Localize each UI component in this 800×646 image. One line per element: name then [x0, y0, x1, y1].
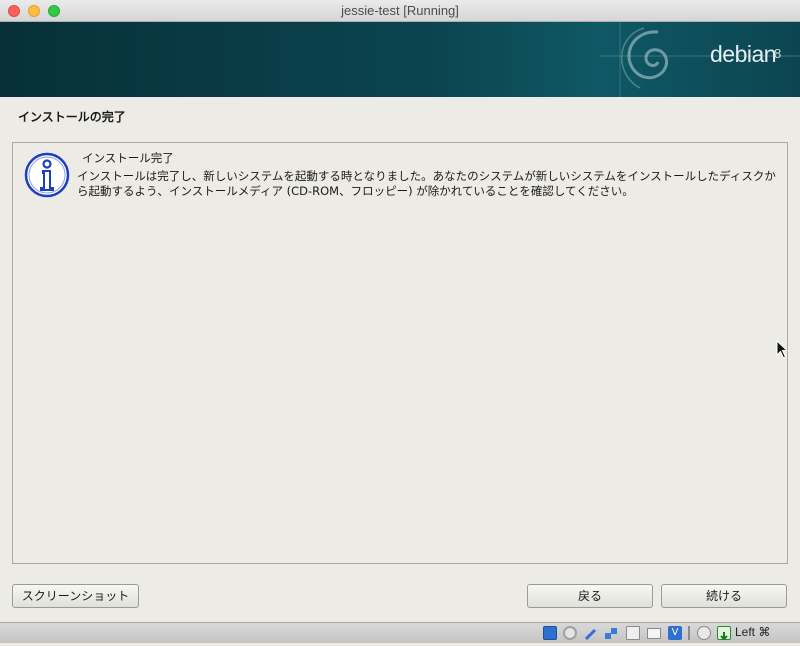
vm-status-bar: V Left ⌘: [0, 622, 800, 643]
usb-icon[interactable]: [584, 626, 598, 641]
debian-banner: debian 8: [0, 22, 800, 97]
network-icon[interactable]: [604, 626, 618, 640]
window-titlebar: jessie-test [Running]: [0, 0, 800, 22]
message-panel: インストール完了 インストールは完了し、新しいシステムを起動する時となりました。…: [12, 142, 788, 564]
back-button[interactable]: 戻る: [527, 584, 653, 608]
host-key-label: Left ⌘: [735, 625, 771, 639]
window-title: jessie-test [Running]: [341, 3, 459, 18]
video-capture-icon[interactable]: V: [668, 626, 682, 640]
page-title: インストールの完了: [18, 110, 126, 124]
keyboard-capture-icon[interactable]: [717, 626, 731, 641]
cpu-icon: [688, 626, 690, 640]
optical-drive-icon[interactable]: [563, 626, 577, 640]
screenshot-button[interactable]: スクリーンショット: [12, 584, 139, 608]
debian-version: 8: [774, 46, 782, 61]
hard-disk-icon[interactable]: [543, 626, 557, 640]
info-icon: [24, 152, 70, 198]
debian-logo: debian: [710, 41, 777, 67]
display-icon[interactable]: [647, 628, 661, 639]
shared-folder-icon[interactable]: [626, 626, 640, 640]
mouse-integration-icon[interactable]: [697, 626, 711, 640]
message-body: インストールは完了し、新しいシステムを起動する時となりました。あなたのシステムが…: [77, 169, 776, 198]
continue-button[interactable]: 続ける: [661, 584, 787, 608]
message-heading: インストール完了: [82, 151, 174, 165]
mouse-cursor-icon: [776, 340, 789, 359]
